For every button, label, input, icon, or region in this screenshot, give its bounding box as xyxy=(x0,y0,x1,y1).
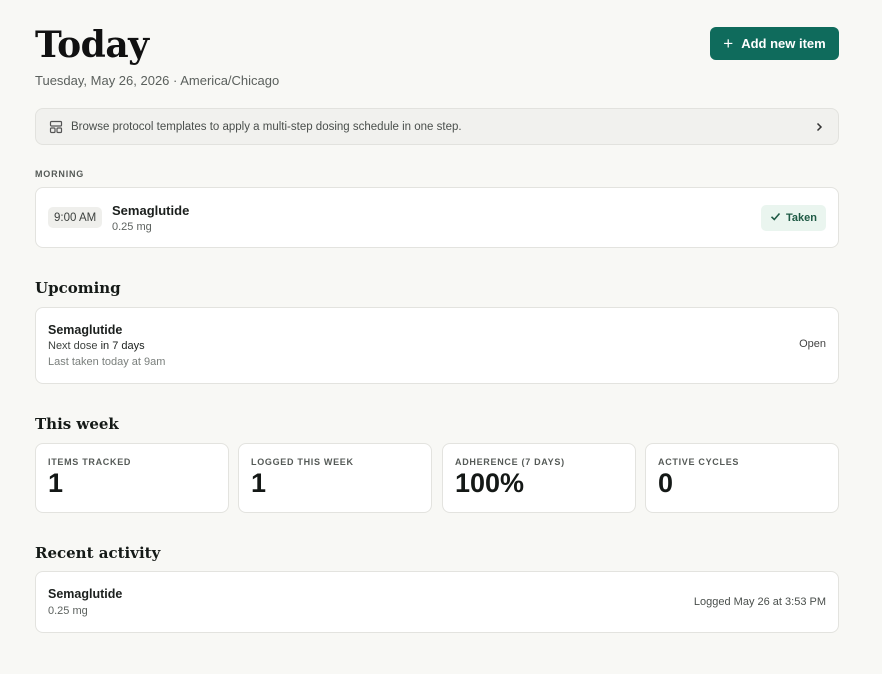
dose-amount: 0.25 mg xyxy=(112,221,152,233)
check-icon xyxy=(770,211,781,225)
page-date-subtitle: Tuesday, May 26, 2026 · America/Chicago xyxy=(35,73,280,88)
stat-card-adherence: ADHERENCE (7 DAYS) 100% xyxy=(442,443,636,513)
stat-card-items-tracked: ITEMS TRACKED 1 xyxy=(35,443,229,513)
upcoming-item-name: Semaglutide xyxy=(48,323,123,337)
stat-label: ACTIVE CYCLES xyxy=(658,457,740,467)
template-grid-icon xyxy=(49,120,63,134)
open-link[interactable]: Open xyxy=(799,338,826,350)
next-dose-prefix: Next dose xyxy=(48,340,98,352)
banner-text: Browse protocol templates to apply a mul… xyxy=(71,120,462,133)
page-header: Today Tuesday, May 26, 2026 · America/Ch… xyxy=(35,0,839,108)
dose-name: Semaglutide xyxy=(112,203,190,218)
add-new-item-label: Add new item xyxy=(741,36,826,51)
add-new-item-button[interactable]: + Add new item xyxy=(710,27,839,60)
stat-card-active-cycles: ACTIVE CYCLES 0 xyxy=(645,443,839,513)
stat-value: 0 xyxy=(658,468,674,498)
stat-card-logged-this-week: LOGGED THIS WEEK 1 xyxy=(238,443,432,513)
stat-value: 1 xyxy=(48,468,64,498)
this-week-heading: This week xyxy=(35,415,119,433)
taken-status-badge[interactable]: Taken xyxy=(761,205,826,231)
recent-activity-heading: Recent activity xyxy=(35,544,161,562)
upcoming-item-card[interactable]: Semaglutide Next dose in 7 days Last tak… xyxy=(35,307,839,384)
upcoming-heading: Upcoming xyxy=(35,279,121,297)
page-title: Today xyxy=(35,24,149,66)
next-dose-value: in 7 days xyxy=(100,340,145,352)
dose-time-pill: 9:00 AM xyxy=(48,207,103,228)
recent-item-timestamp: Logged May 26 at 3:53 PM xyxy=(693,596,826,608)
stat-label: ITEMS TRACKED xyxy=(48,457,132,467)
plus-icon: + xyxy=(723,34,734,53)
taken-label: Taken xyxy=(786,212,817,224)
stat-value: 1 xyxy=(251,468,267,498)
recent-activity-item[interactable]: Semaglutide 0.25 mg Logged May 26 at 3:5… xyxy=(35,571,839,633)
stat-label: ADHERENCE (7 DAYS) xyxy=(455,457,565,467)
stat-value: 100% xyxy=(455,468,525,498)
morning-section-label: MORNING xyxy=(35,169,85,179)
upcoming-next-dose: Next dose in 7 days xyxy=(48,340,145,352)
recent-item-name: Semaglutide xyxy=(48,587,123,601)
today-page: Today Tuesday, May 26, 2026 · America/Ch… xyxy=(35,0,839,633)
protocol-templates-banner[interactable]: Browse protocol templates to apply a mul… xyxy=(35,108,839,145)
chevron-right-icon xyxy=(814,119,824,135)
upcoming-last-taken: Last taken today at 9am xyxy=(48,356,166,368)
recent-item-amount: 0.25 mg xyxy=(48,605,88,617)
stat-label: LOGGED THIS WEEK xyxy=(251,457,354,467)
morning-dose-card[interactable]: 9:00 AM Semaglutide 0.25 mg Taken xyxy=(35,187,839,248)
